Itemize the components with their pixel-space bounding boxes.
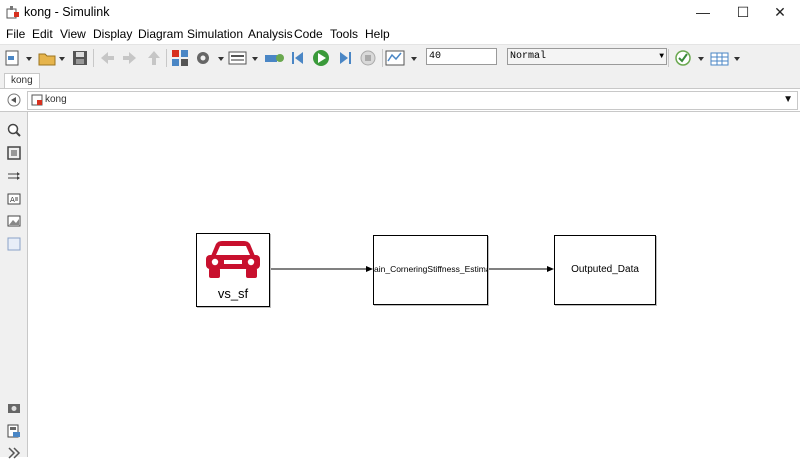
- menu-bar: File Edit View Display Diagram Simulatio…: [0, 24, 800, 44]
- signal-arrow-1: [366, 266, 373, 272]
- tab-strip: kong: [0, 71, 800, 89]
- minimize-button[interactable]: —: [683, 0, 723, 24]
- toolbar: 40 Normal ▼: [0, 44, 800, 72]
- report-button[interactable]: [6, 423, 22, 439]
- model-browser-icon: [8, 404, 20, 413]
- menu-help[interactable]: Help: [365, 27, 390, 41]
- annotation-icon: A: [7, 193, 21, 205]
- forward-arrow-icon: [123, 52, 136, 64]
- up-arrow-icon: [148, 51, 160, 65]
- open-folder-icon: [38, 53, 65, 66]
- step-back-icon: [292, 52, 303, 64]
- fit-to-view-icon: [7, 146, 21, 160]
- chevron-down-icon[interactable]: ▼: [783, 94, 793, 105]
- expand-palette-button[interactable]: [6, 445, 22, 461]
- arrow-icon: [8, 172, 20, 180]
- run-play-icon: [313, 50, 329, 66]
- estimation-block[interactable]: ain_CorneringStiffness_Estimati: [373, 235, 488, 305]
- open-button[interactable]: [37, 48, 67, 68]
- new-model-icon: [5, 50, 32, 66]
- simulink-app-icon: [6, 6, 19, 19]
- block-palette: A: [0, 112, 28, 459]
- simulation-mode-value: Normal: [510, 51, 547, 62]
- library-browser-button[interactable]: [169, 48, 191, 68]
- explorer-bar-icon: [7, 93, 21, 107]
- stop-time-input[interactable]: 40: [426, 48, 497, 65]
- zoom-button[interactable]: [6, 122, 22, 138]
- menu-tools[interactable]: Tools: [330, 27, 358, 41]
- model-explorer-icon: [228, 51, 258, 65]
- menu-diagram[interactable]: Diagram: [138, 27, 183, 41]
- stop-button[interactable]: [358, 48, 378, 68]
- source-block-label: vs_sf: [217, 286, 249, 301]
- title-bar: kong - Simulink — ☐ ✕: [0, 0, 800, 24]
- address-bar: kong ▼: [0, 89, 800, 112]
- close-button[interactable]: ✕: [760, 0, 800, 24]
- tab-kong[interactable]: kong: [4, 73, 40, 88]
- expand-icon: [8, 447, 21, 459]
- menu-display[interactable]: Display: [93, 27, 132, 41]
- svg-text:A: A: [10, 196, 15, 204]
- gear-icon: [197, 52, 224, 64]
- menu-edit[interactable]: Edit: [32, 27, 53, 41]
- scope-icon: [385, 50, 417, 66]
- report-icon: [7, 424, 20, 438]
- step-back-button[interactable]: [288, 48, 308, 68]
- car-icon: [206, 241, 260, 278]
- run-button[interactable]: [311, 48, 331, 68]
- menu-file[interactable]: File: [6, 27, 25, 41]
- step-forward-button[interactable]: [335, 48, 355, 68]
- model-config-button[interactable]: [194, 48, 226, 68]
- save-button[interactable]: [70, 48, 90, 68]
- menu-analysis[interactable]: Analysis: [248, 27, 293, 41]
- stop-icon: [360, 50, 376, 66]
- back-arrow-icon: [101, 52, 114, 64]
- build-button[interactable]: [710, 48, 742, 68]
- fit-to-view-button[interactable]: [6, 145, 22, 161]
- forward-button[interactable]: [120, 48, 140, 68]
- arrow-tool-button[interactable]: [6, 168, 22, 184]
- check-icon: [675, 50, 704, 66]
- up-button[interactable]: [144, 48, 164, 68]
- area-button[interactable]: [6, 236, 22, 252]
- signal-arrow-2: [547, 266, 554, 272]
- menu-code[interactable]: Code: [294, 27, 323, 41]
- zoom-icon: [7, 123, 21, 137]
- data-logging-icon: [265, 54, 284, 62]
- build-grid-icon: [710, 52, 740, 66]
- model-explorer-button[interactable]: [228, 48, 260, 68]
- menu-simulation[interactable]: Simulation: [187, 27, 243, 41]
- hide-browser-button[interactable]: [7, 93, 21, 107]
- breadcrumb-model[interactable]: kong: [45, 94, 67, 105]
- maximize-button[interactable]: ☐: [723, 0, 763, 24]
- image-button[interactable]: [6, 213, 22, 229]
- save-icon: [73, 51, 87, 65]
- image-icon: [7, 215, 21, 227]
- outputed-data-block-label: Outputed_Data: [571, 264, 639, 275]
- new-model-button[interactable]: [4, 48, 34, 68]
- source-block[interactable]: vs_sf: [196, 233, 270, 307]
- step-back-config-button[interactable]: [262, 48, 286, 68]
- window-title: kong - Simulink: [24, 5, 110, 19]
- annotation-button[interactable]: A: [6, 191, 22, 207]
- step-forward-icon: [340, 52, 351, 64]
- model-advisor-button[interactable]: [674, 48, 706, 68]
- library-browser-icon: [172, 50, 188, 66]
- model-icon: [31, 94, 43, 106]
- model-canvas[interactable]: vs_sf ain_CorneringStiffness_Estimati Ou…: [28, 112, 800, 457]
- scope-button[interactable]: [385, 48, 421, 68]
- back-button[interactable]: [97, 48, 117, 68]
- estimation-block-label: ain_CorneringStiffness_Estimati: [374, 264, 488, 274]
- simulation-mode-select[interactable]: Normal ▼: [507, 48, 667, 65]
- model-browser-button[interactable]: [6, 400, 22, 416]
- outputed-data-block[interactable]: Outputed_Data: [554, 235, 656, 305]
- chevron-down-icon: ▼: [659, 52, 664, 61]
- area-icon: [7, 237, 21, 251]
- menu-view[interactable]: View: [60, 27, 86, 41]
- breadcrumb[interactable]: kong ▼: [27, 91, 798, 110]
